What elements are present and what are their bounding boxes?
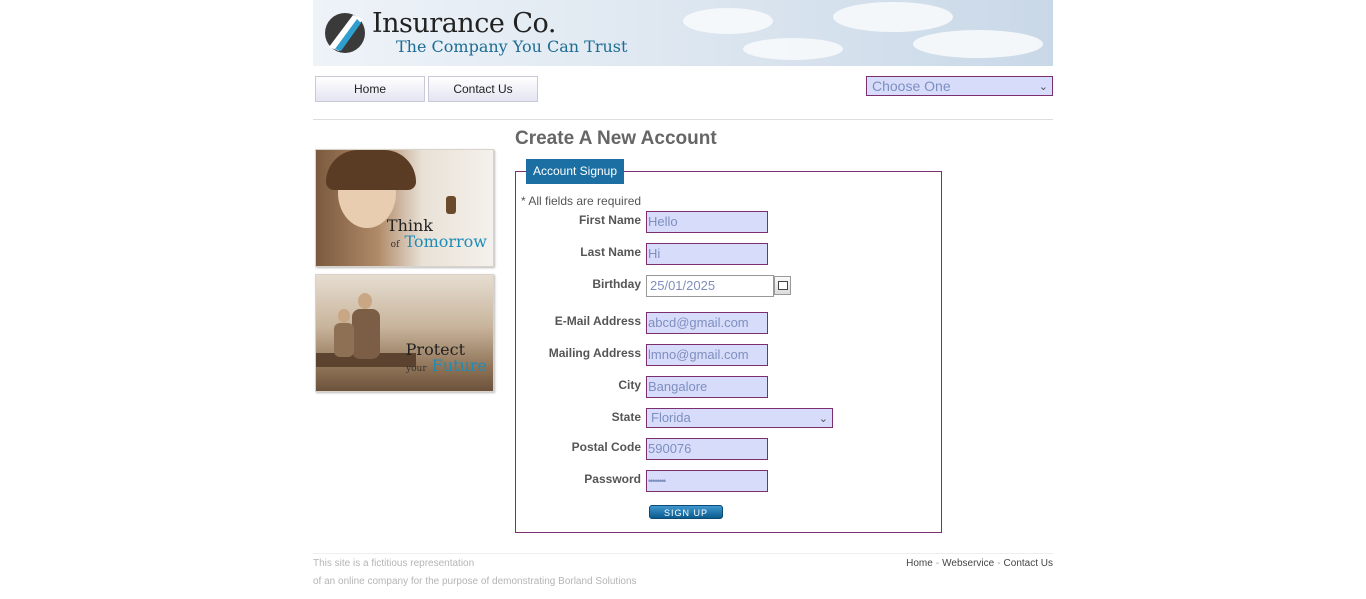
first-name-field[interactable]: Hello (646, 211, 768, 233)
email-field[interactable]: abcd@gmail.com (646, 312, 768, 334)
header-banner: Insurance Co. The Company You Can Trust (313, 0, 1053, 66)
promo-protect-future: Protect your Future (315, 274, 494, 392)
mailing-address-field[interactable]: lmno@gmail.com (646, 344, 768, 366)
footer-link-home[interactable]: Home (906, 558, 933, 569)
password-label: Password (584, 472, 641, 486)
signup-legend: Account Signup (526, 159, 624, 184)
footer-note-line2: of an online company for the purpose of … (313, 576, 637, 587)
nav-home-button[interactable]: Home (315, 76, 425, 102)
city-field[interactable]: Bangalore (646, 376, 768, 398)
email-label: E-Mail Address (554, 314, 641, 328)
birthday-field[interactable]: 25/01/2025 (646, 275, 774, 297)
nav-contact-button[interactable]: Contact Us (428, 76, 538, 102)
postal-code-label: Postal Code (571, 440, 641, 454)
promo-2-accent: Future (431, 356, 487, 375)
brand-tagline: The Company You Can Trust (396, 37, 628, 56)
page-title: Create A New Account (515, 128, 717, 149)
brand-name: Insurance Co. (372, 8, 556, 39)
choose-select-value: Choose One (872, 78, 951, 94)
promo-1-small: of (390, 240, 400, 250)
first-name-label: First Name (578, 213, 641, 227)
required-note: * All fields are required (521, 194, 642, 208)
chevron-down-icon: ⌄ (818, 413, 828, 425)
promo-1-accent: Tomorrow (404, 232, 488, 251)
footer-divider (313, 553, 1053, 554)
footer-link-contact[interactable]: Contact Us (1004, 558, 1053, 569)
birthday-label: Birthday (592, 277, 641, 291)
footer-link-webservice[interactable]: Webservice (942, 558, 994, 569)
mailing-address-label: Mailing Address (548, 346, 641, 360)
last-name-label: Last Name (580, 245, 641, 259)
last-name-field[interactable]: Hi (646, 243, 768, 265)
calendar-icon[interactable] (774, 276, 791, 295)
state-select-value: Florida (651, 410, 691, 425)
header-divider (313, 119, 1053, 120)
footer-note-line1: This site is a fictitious representation (313, 558, 475, 569)
city-label: City (618, 378, 641, 392)
promo-2-small: your (406, 364, 427, 374)
logo-icon (325, 13, 365, 53)
sign-up-button[interactable]: SIGN UP (649, 505, 723, 519)
postal-code-field[interactable]: 590076 (646, 438, 768, 460)
state-select[interactable]: Florida ⌄ (646, 408, 833, 428)
state-label: State (611, 410, 641, 424)
password-field[interactable]: •••••••• (646, 470, 768, 492)
footer-links: Home - Webservice - Contact Us (906, 558, 1053, 569)
page: Insurance Co. The Company You Can Trust … (313, 0, 1053, 599)
chevron-down-icon: ⌄ (1038, 81, 1048, 93)
choose-select[interactable]: Choose One ⌄ (866, 76, 1053, 96)
promo-think-tomorrow: Think of Tomorrow (315, 149, 494, 267)
